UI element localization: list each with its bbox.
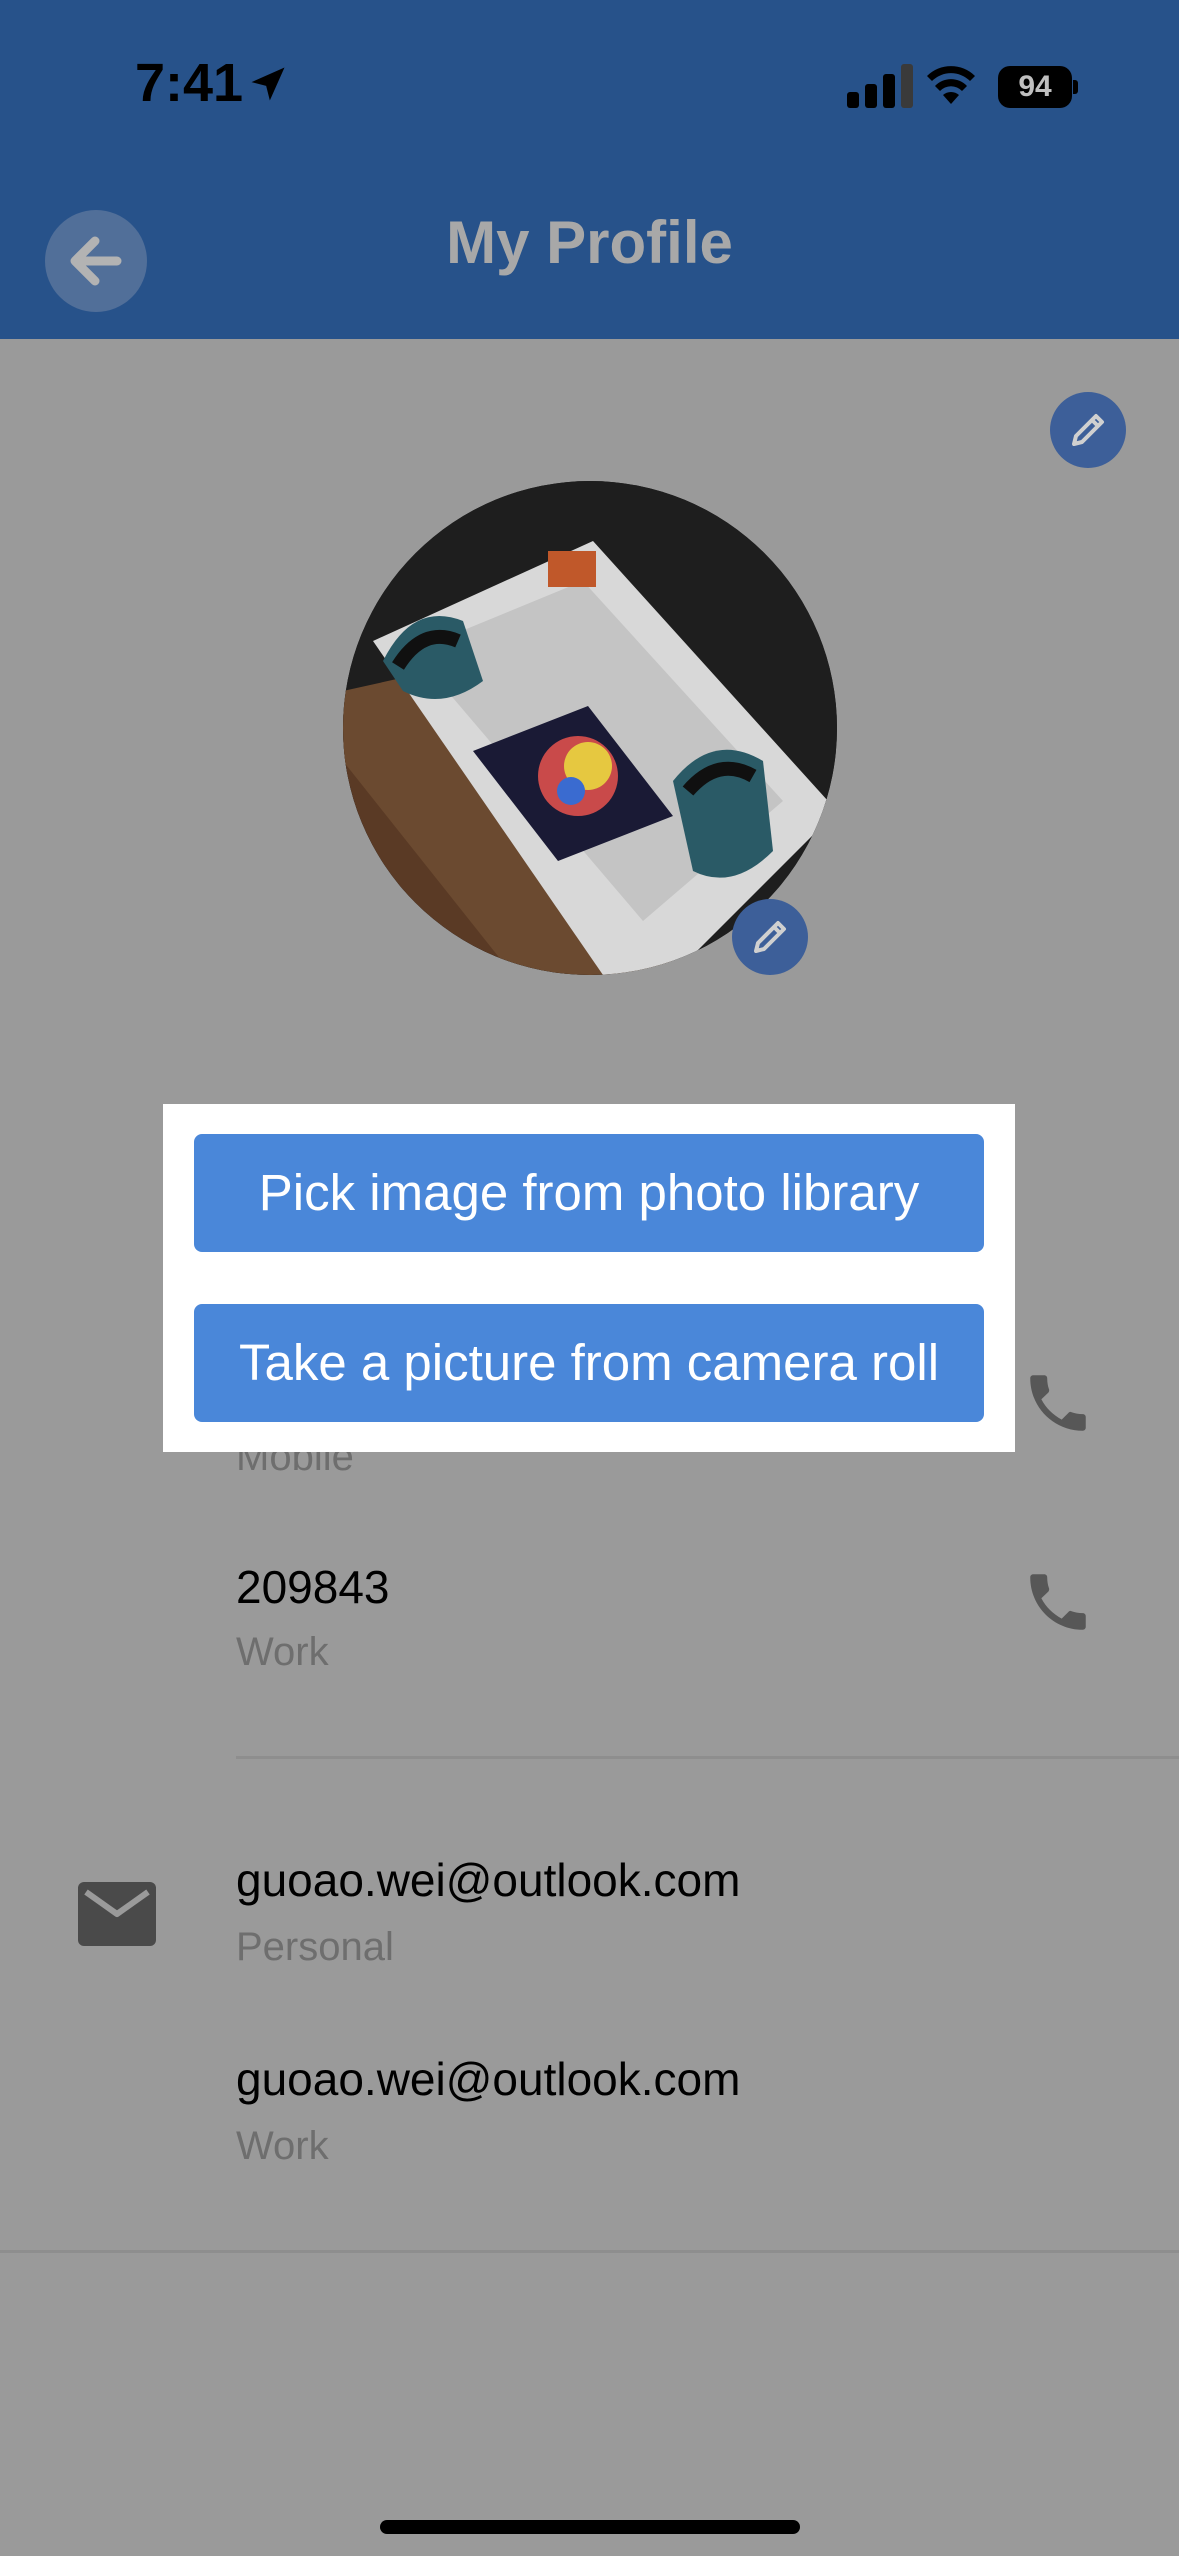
phone-number-work: 209843 (236, 1561, 390, 1613)
page-title: My Profile (446, 209, 733, 276)
wifi-icon (927, 66, 975, 104)
email-personal[interactable]: guoao.wei@outlook.com (236, 1853, 740, 1907)
pencil-icon (1072, 414, 1104, 446)
section-divider (236, 1756, 1179, 1759)
battery-icon: 94 (998, 66, 1078, 108)
email-work[interactable]: guoao.wei@outlook.com (236, 2052, 740, 2106)
signal-icon (847, 64, 913, 108)
section-divider (0, 2250, 1179, 2253)
email-type-personal: Personal (236, 1925, 394, 1969)
phone-type-work: Work (236, 1630, 329, 1674)
home-indicator[interactable] (380, 2520, 800, 2534)
pick-from-library-button[interactable]: Pick image from photo library (194, 1134, 984, 1252)
status-time: 7:41 (135, 53, 244, 113)
location-arrow-icon (251, 67, 285, 101)
mail-icon (78, 1882, 156, 1946)
edit-profile-button[interactable] (1050, 392, 1126, 468)
pencil-icon (754, 921, 786, 953)
battery-level: 94 (998, 66, 1072, 108)
phone-icon[interactable] (1021, 1565, 1095, 1639)
email-type-work: Work (236, 2124, 329, 2168)
take-picture-button[interactable]: Take a picture from camera roll (194, 1304, 984, 1422)
phone-icon[interactable] (1021, 1366, 1095, 1440)
edit-avatar-button[interactable] (732, 899, 808, 975)
image-picker-sheet: Pick image from photo library Take a pic… (163, 1104, 1015, 1452)
